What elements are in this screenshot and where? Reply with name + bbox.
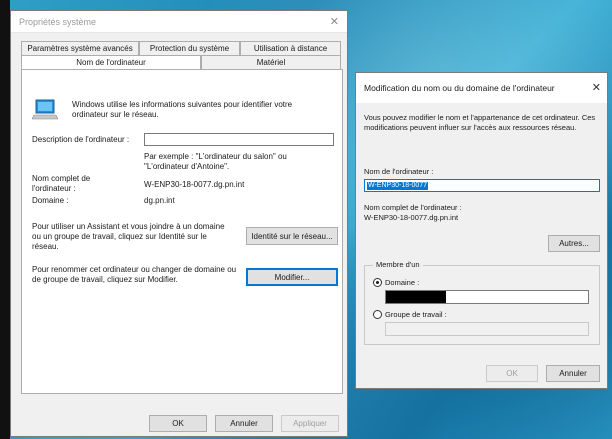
computer-name-panel: Windows utilise les informations suivant… bbox=[21, 69, 343, 394]
cancel-button[interactable]: Annuler bbox=[546, 365, 600, 382]
computer-icon bbox=[32, 99, 58, 120]
name-label: Nom de l'ordinateur : bbox=[364, 167, 434, 176]
dialog-title: Propriétés système bbox=[19, 16, 97, 27]
description-label: Description de l'ordinateur : bbox=[32, 135, 130, 144]
cancel-button[interactable]: Annuler bbox=[215, 415, 273, 432]
member-legend: Membre d'un bbox=[373, 260, 423, 269]
dialog-title: Modification du nom ou du domaine de l'o… bbox=[364, 83, 555, 93]
tab-advanced-settings[interactable]: Paramètres système avancés bbox=[21, 41, 139, 55]
redacted-domain bbox=[386, 291, 446, 303]
fullname-value: W-ENP30-18-0077.dg.pn.int bbox=[144, 180, 245, 189]
workgroup-radio-label: Groupe de travail : bbox=[385, 310, 447, 319]
title-bar: Modification du nom ou du domaine de l'o… bbox=[356, 73, 607, 103]
example-text: Par exemple : "L'ordinateur du salon" ou… bbox=[144, 152, 287, 171]
domain-label: Domaine : bbox=[32, 196, 69, 205]
fullname-label: Nom complet de l'ordinateur : bbox=[364, 203, 462, 212]
wizard-text: Pour utiliser un Assistant et vous joind… bbox=[32, 222, 225, 251]
system-properties-dialog: Propriétés système ✕ Paramètres système … bbox=[10, 10, 348, 437]
computer-name-input[interactable]: W-ENP30-18-0077 bbox=[364, 179, 600, 192]
intro-text: Vous pouvez modifier le nom et l'apparte… bbox=[364, 113, 596, 132]
tab-system-protection[interactable]: Protection du système bbox=[139, 41, 240, 55]
rename-text: Pour renommer cet ordinateur ou changer … bbox=[32, 265, 237, 284]
tab-computer-name[interactable]: Nom de l'ordinateur bbox=[21, 55, 201, 69]
domain-field[interactable] bbox=[385, 290, 589, 304]
ok-button: OK bbox=[486, 365, 538, 382]
domain-radio[interactable] bbox=[373, 278, 382, 287]
close-icon[interactable]: ✕ bbox=[330, 15, 339, 28]
network-id-button[interactable]: Identité sur le réseau... bbox=[246, 227, 338, 245]
workgroup-field bbox=[385, 322, 589, 336]
rename-computer-dialog: Modification du nom ou du domaine de l'o… bbox=[355, 72, 608, 389]
intro-text: Windows utilise les informations suivant… bbox=[72, 100, 293, 119]
domain-radio-label: Domaine : bbox=[385, 278, 420, 287]
close-icon[interactable]: ✕ bbox=[592, 81, 601, 94]
computer-name-value: W-ENP30-18-0077 bbox=[367, 182, 429, 190]
domain-value: dg.pn.int bbox=[144, 196, 175, 205]
apply-button: Appliquer bbox=[281, 415, 339, 432]
more-button[interactable]: Autres... bbox=[548, 235, 600, 252]
modify-button[interactable]: Modifier... bbox=[246, 268, 338, 286]
workgroup-radio[interactable] bbox=[373, 310, 382, 319]
tab-hardware[interactable]: Matériel bbox=[201, 55, 341, 69]
title-bar: Propriétés système ✕ bbox=[11, 11, 347, 33]
tab-remote[interactable]: Utilisation à distance bbox=[240, 41, 341, 55]
screen-edge bbox=[0, 0, 10, 439]
tab-strip: Paramètres système avancés Protection du… bbox=[21, 41, 341, 69]
member-of-group: Membre d'un Domaine : Groupe de travail … bbox=[364, 260, 600, 345]
ok-button[interactable]: OK bbox=[149, 415, 207, 432]
description-input[interactable] bbox=[144, 133, 334, 146]
fullname-value: W-ENP30-18-0077.dg.pn.int bbox=[364, 213, 459, 222]
fullname-label: Nom complet de l'ordinateur : bbox=[32, 174, 91, 193]
